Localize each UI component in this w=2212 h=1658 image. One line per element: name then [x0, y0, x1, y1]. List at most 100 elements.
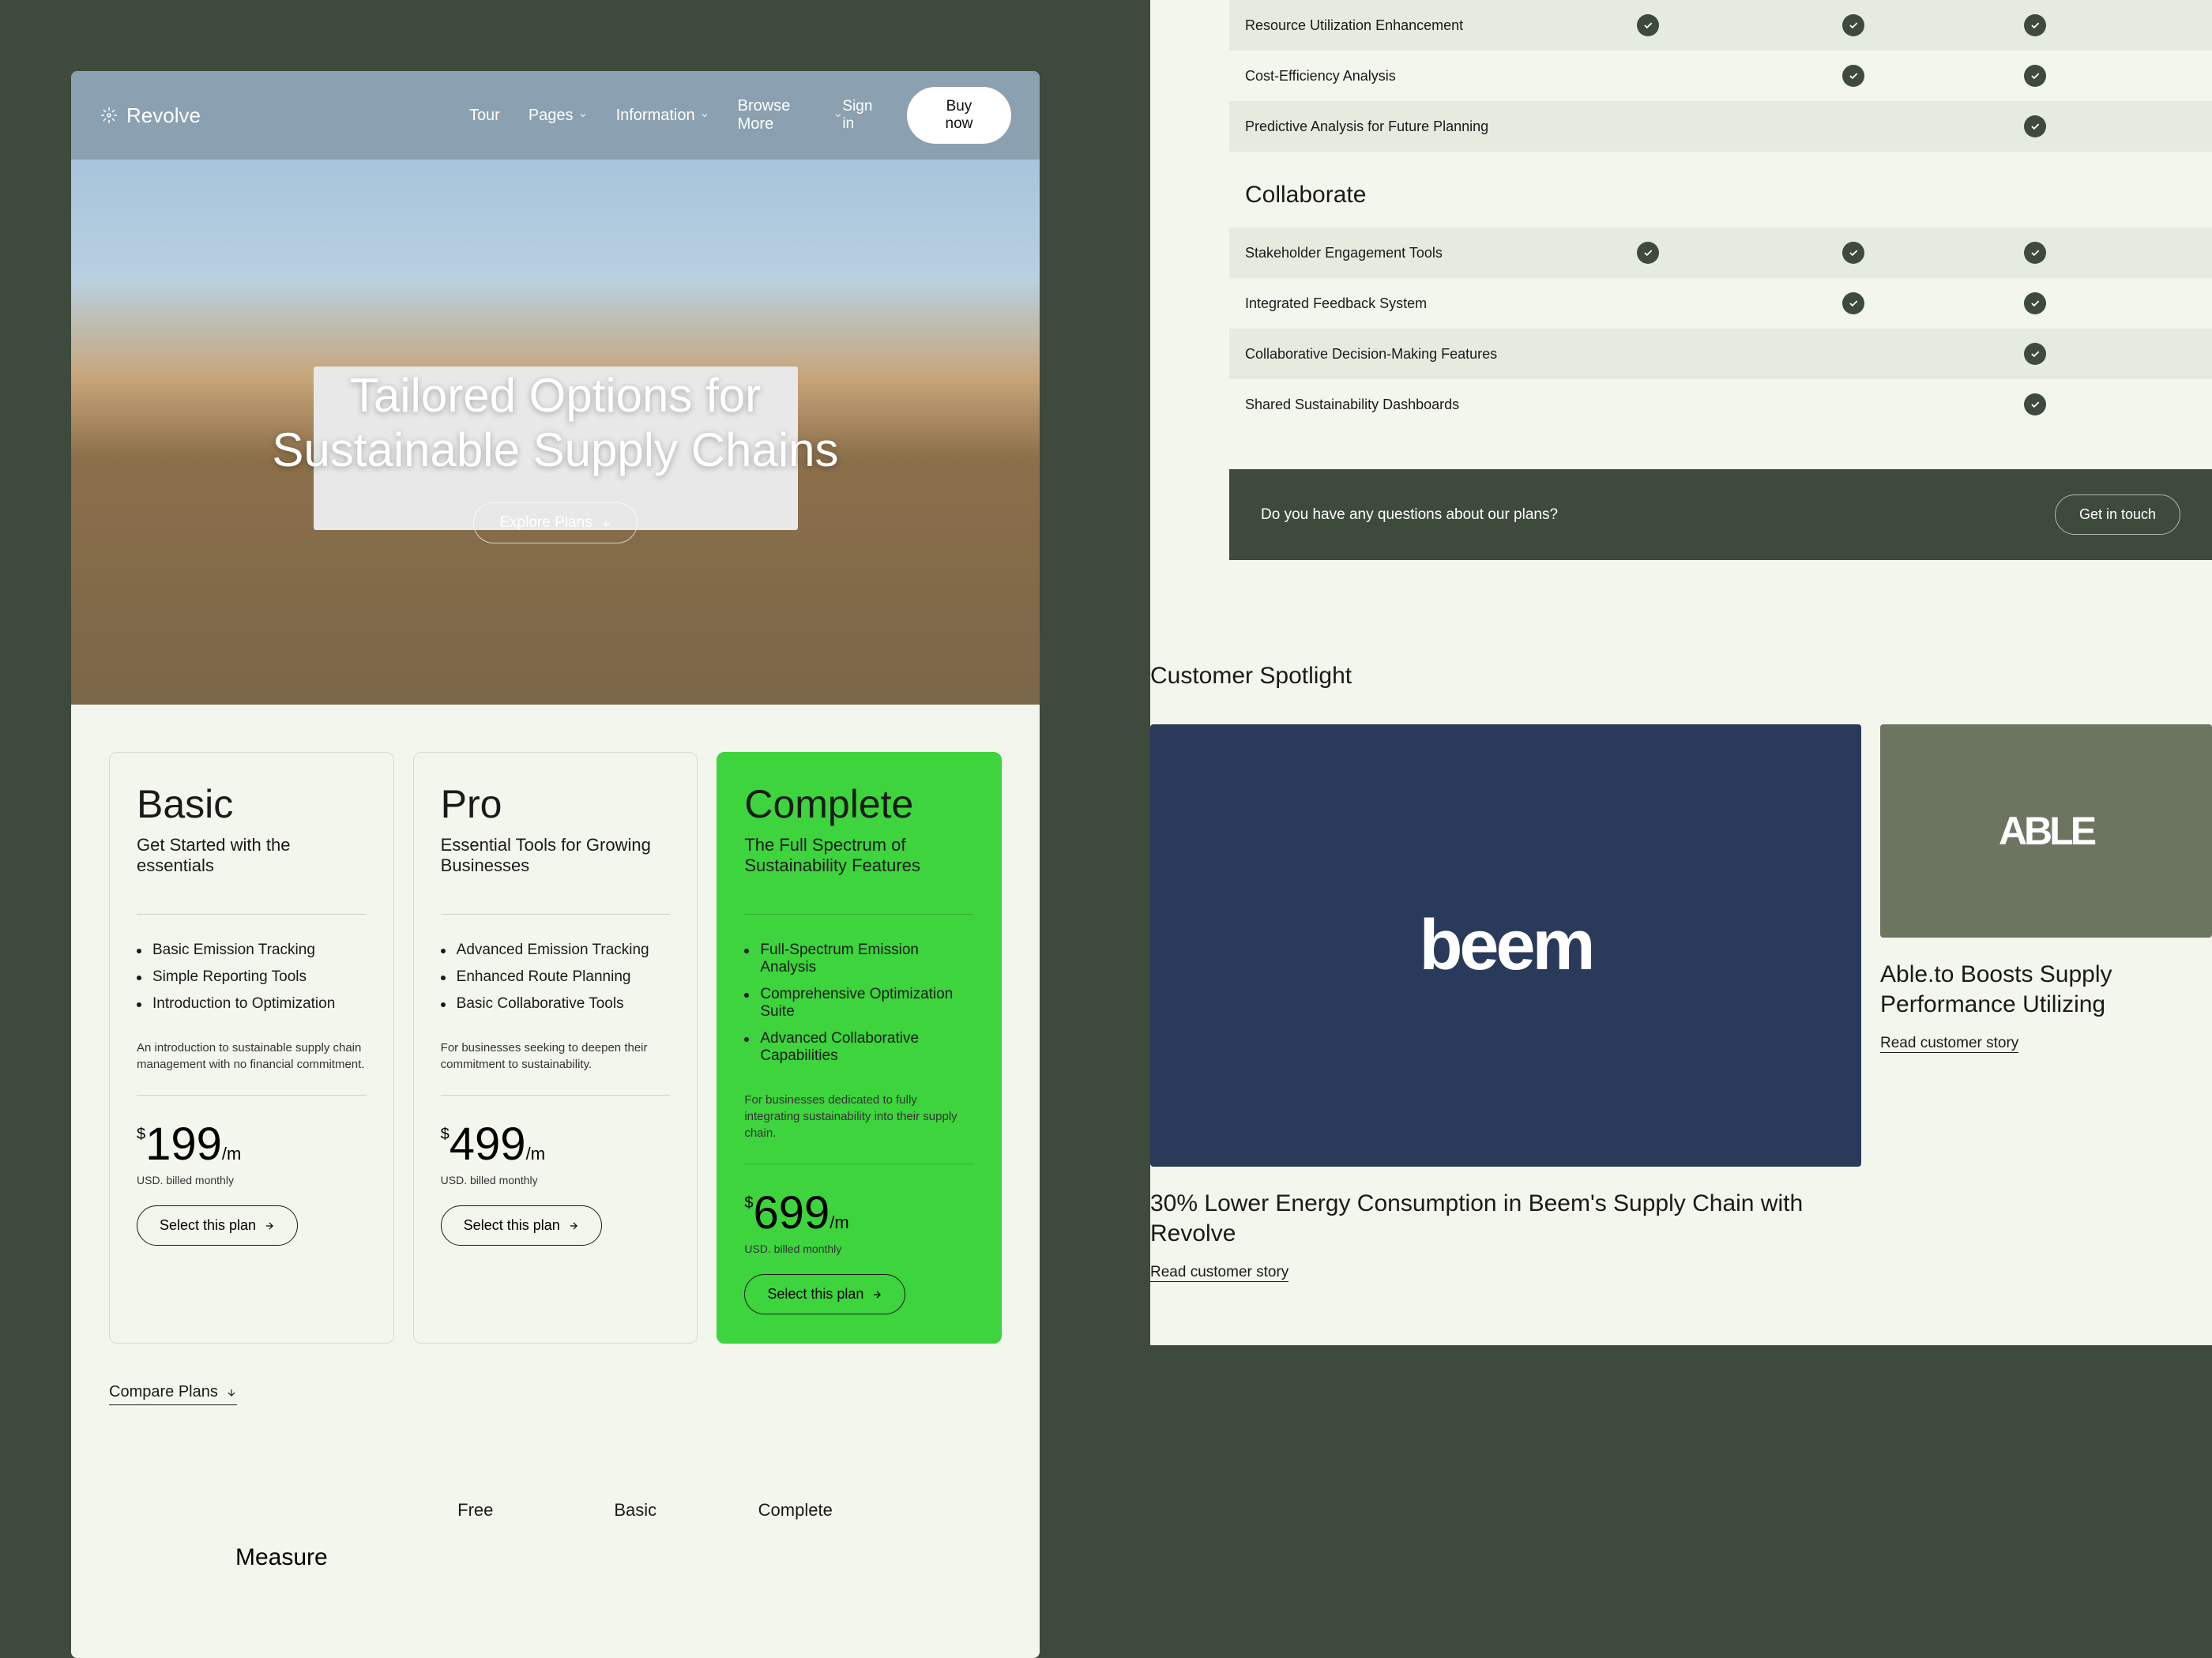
plan-feature: Simple Reporting Tools [137, 964, 367, 991]
compare-col [235, 1500, 396, 1521]
pricing-section: Basic Get Started with the essentials Basi… [71, 705, 1040, 1658]
chevron-down-icon [833, 111, 843, 120]
feature-row: Cost-Efficiency Analysis [1229, 51, 2212, 101]
feature-label: Shared Sustainability Dashboards [1245, 397, 1545, 413]
plan-feature: Full-Spectrum Emission Analysis [744, 937, 974, 981]
plan-feature: Advanced Emission Tracking [441, 937, 671, 964]
hero-title: Tailored Options for Sustainable Supply … [272, 368, 838, 477]
plan-description: For businesses dedicated to fully integr… [744, 1092, 974, 1141]
feature-label: Stakeholder Engagement Tools [1245, 245, 1545, 261]
plan-billing: USD. billed monthly [441, 1174, 671, 1186]
brand-logo[interactable]: Revolve [100, 103, 201, 128]
nav-link-pages[interactable]: Pages [529, 97, 588, 133]
compare-plans-link[interactable]: Compare Plans [109, 1383, 237, 1405]
feature-row: Integrated Feedback System [1229, 278, 2212, 329]
plan-subtitle: Essential Tools for Growing Businesses [441, 835, 671, 882]
get-in-touch-button[interactable]: Get in touch [2055, 494, 2180, 535]
read-story-link[interactable]: Read customer story [1880, 1035, 2018, 1053]
spotlight-heading: Customer Spotlight [1150, 663, 2212, 690]
compare-col: Complete [716, 1500, 876, 1521]
plan-description: An introduction to sustainable supply ch… [137, 1040, 367, 1073]
spotlight-title: 30% Lower Energy Consumption in Beem's S… [1150, 1189, 1861, 1248]
arrow-down-icon [600, 517, 611, 528]
feature-row: Shared Sustainability Dashboards [1229, 379, 2212, 430]
check-icon [2024, 242, 2046, 264]
plan-card-pro: Pro Essential Tools for Growing Businesse… [413, 752, 698, 1344]
feature-label: Collaborative Decision-Making Features [1245, 346, 1545, 363]
plan-name: Complete [744, 781, 974, 827]
plan-name: Pro [441, 781, 671, 827]
arrow-down-icon [226, 1387, 237, 1398]
plan-features: Basic Emission TrackingSimple Reporting … [137, 937, 367, 1017]
check-icon [1842, 14, 1864, 36]
plan-feature: Enhanced Route Planning [441, 964, 671, 991]
feature-table: Resource Utilization Enhancement Cost-Eff… [1150, 0, 2212, 607]
feature-row: Resource Utilization Enhancement [1229, 0, 2212, 51]
explore-plans-button[interactable]: Explore Plans [473, 502, 637, 543]
check-icon [1637, 14, 1659, 36]
select-plan-button[interactable]: Select this plan [744, 1274, 905, 1314]
plan-card-basic: BasicGet Started with the essentialsBasi… [109, 752, 394, 1344]
plan-feature: Advanced Collaborative Capabilities [744, 1025, 974, 1070]
plan-features: Advanced Emission TrackingEnhanced Route… [441, 937, 671, 1017]
plan-subtitle: Get Started with the essentials [137, 835, 367, 882]
plan-features: Full-Spectrum Emission AnalysisComprehen… [744, 937, 974, 1070]
spotlight-image: beem [1150, 724, 1861, 1167]
plan-feature: Comprehensive Optimization Suite [744, 981, 974, 1025]
select-plan-button[interactable]: Select this plan [441, 1205, 602, 1246]
measure-heading: Measure [109, 1536, 1002, 1611]
chevron-down-icon [700, 111, 709, 120]
check-icon [2024, 292, 2046, 314]
plan-subtitle: The Full Spectrum of Sustainability Feat… [744, 835, 974, 882]
buy-button[interactable]: Buy now [907, 87, 1011, 144]
compare-col: Basic [555, 1500, 716, 1521]
plan-price: $199/m [137, 1118, 367, 1171]
feature-label: Resource Utilization Enhancement [1245, 17, 1545, 34]
top-nav: Revolve TourPagesInformationBrowse More … [71, 71, 1040, 160]
sparkle-icon [100, 106, 118, 125]
compare-col: Free [396, 1500, 556, 1521]
read-story-link[interactable]: Read customer story [1150, 1264, 1288, 1282]
feature-label: Integrated Feedback System [1245, 295, 1545, 312]
check-icon [2024, 14, 2046, 36]
nav-link-browse-more[interactable]: Browse More [738, 97, 843, 133]
plan-feature: Basic Emission Tracking [137, 937, 367, 964]
plan-description: For businesses seeking to deepen their c… [441, 1040, 671, 1073]
check-icon [2024, 343, 2046, 365]
plan-card-complete: Complete The Full Spectrum of Sustainabil… [717, 752, 1002, 1344]
arrow-right-icon [568, 1220, 579, 1231]
spotlight-card[interactable]: ABLEAble.to Boosts Supply Performance Ut… [1880, 724, 2212, 1282]
plan-feature: Introduction to Optimization [137, 991, 367, 1017]
signin-link[interactable]: Sign in [842, 98, 888, 133]
check-icon [1637, 242, 1659, 264]
plan-feature: Basic Collaborative Tools [441, 991, 671, 1017]
spotlight-title: Able.to Boosts Supply Performance Utiliz… [1880, 960, 2212, 1019]
feature-row: Stakeholder Engagement Tools [1229, 227, 2212, 278]
check-icon [2024, 393, 2046, 415]
plan-billing: USD. billed monthly [137, 1174, 367, 1186]
plan-price: $699/m [744, 1186, 974, 1239]
compare-header: FreeBasicComplete [109, 1405, 1002, 1536]
cta-bar: Do you have any questions about our plan… [1229, 469, 2212, 560]
check-icon [2024, 65, 2046, 87]
cta-text: Do you have any questions about our plan… [1261, 506, 1558, 524]
nav-link-information[interactable]: Information [616, 97, 709, 133]
arrow-right-icon [871, 1289, 882, 1300]
chevron-down-icon [578, 111, 588, 120]
collaborate-heading: Collaborate [1229, 152, 2212, 227]
check-icon [2024, 115, 2046, 137]
check-icon [1842, 242, 1864, 264]
plan-billing: USD. billed monthly [744, 1243, 974, 1255]
feature-row: Predictive Analysis for Future Planning [1229, 101, 2212, 152]
spotlight-card[interactable]: beem 30% Lower Energy Consumption in Beem… [1150, 724, 1861, 1282]
nav-link-tour[interactable]: Tour [469, 97, 500, 133]
spotlight-section: Customer Spotlight beem 30% Lower Energy … [1150, 607, 2212, 1345]
select-plan-button[interactable]: Select this plan [137, 1205, 298, 1246]
brand-name: Revolve [126, 103, 201, 128]
feature-label: Cost-Efficiency Analysis [1245, 68, 1545, 85]
feature-row: Collaborative Decision-Making Features [1229, 329, 2212, 379]
feature-label: Predictive Analysis for Future Planning [1245, 118, 1545, 135]
arrow-right-icon [264, 1220, 275, 1231]
plan-price: $499/m [441, 1118, 671, 1171]
check-icon [1842, 65, 1864, 87]
